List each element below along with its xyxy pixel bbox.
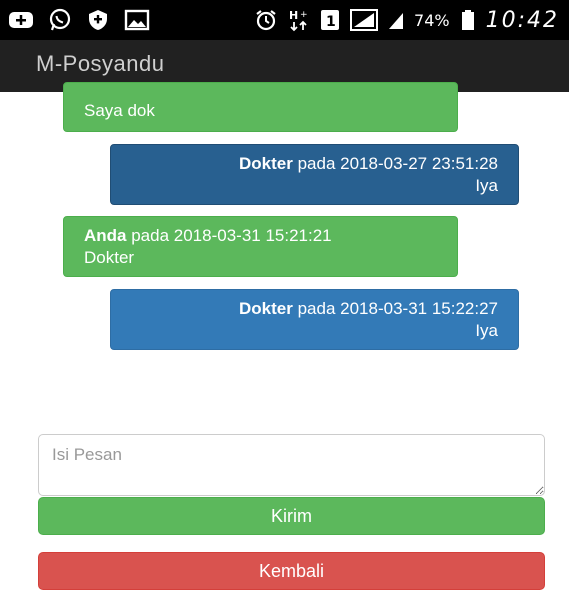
svg-text:+: + xyxy=(300,10,308,20)
back-button-label: Kembali xyxy=(258,560,325,581)
message-timestamp: 2018-03-31 15:22:27 xyxy=(340,299,498,318)
send-button[interactable]: Kirim xyxy=(38,497,545,535)
message-timestamp: 2018-03-31 15:21:21 xyxy=(173,226,332,245)
chat-message: Anda pada 2018-03-31 15:21:21 Dokter xyxy=(63,216,458,277)
alarm-icon xyxy=(254,0,278,40)
message-sender: Anda xyxy=(84,226,127,245)
chat-message: Dokter pada 2018-03-27 23:51:28 Iya xyxy=(110,144,519,205)
app-title: M-Posyandu xyxy=(36,51,165,76)
message-sender: Dokter xyxy=(239,154,293,173)
send-button-label: Kirim xyxy=(271,505,312,526)
battery-icon xyxy=(460,0,476,40)
message-timestamp: 2018-03-27 23:51:28 xyxy=(340,154,498,173)
add-icon xyxy=(8,0,34,40)
back-button[interactable]: Kembali xyxy=(38,552,545,590)
status-bar: H + 1 74% 10:42 xyxy=(0,0,569,40)
chat-message: Dokter pada 2018-03-31 15:22:27 Iya xyxy=(110,289,519,350)
message-text: Dokter xyxy=(84,248,135,267)
message-text: Iya xyxy=(475,321,498,340)
status-clock: 10:42 xyxy=(485,7,559,33)
shield-icon xyxy=(86,0,110,40)
signal-icon xyxy=(388,0,404,40)
image-icon xyxy=(124,0,150,40)
svg-text:1: 1 xyxy=(326,14,336,30)
message-sender: Dokter xyxy=(239,299,293,318)
chat-message: Saya dok xyxy=(63,82,458,132)
message-text: Iya xyxy=(475,176,498,195)
message-input[interactable] xyxy=(38,434,545,496)
svg-text:H: H xyxy=(289,9,298,22)
battery-percent: 74% xyxy=(414,10,450,30)
message-text: Saya dok xyxy=(84,101,155,120)
sim-icon: 1 xyxy=(320,0,340,40)
signal-icon xyxy=(350,0,379,40)
network-icon: H + xyxy=(288,0,310,40)
whatsapp-icon xyxy=(48,0,72,40)
